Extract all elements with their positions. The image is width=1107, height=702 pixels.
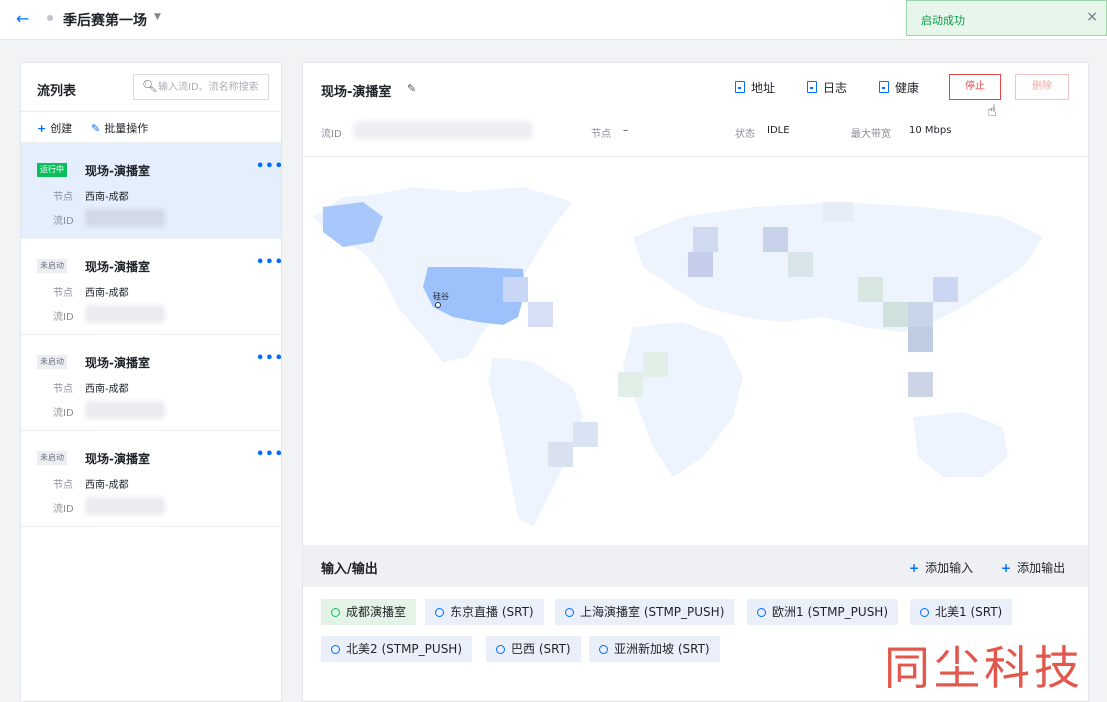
pencil-icon[interactable]: ✎ (407, 82, 416, 95)
watermark: 同尘科技 (884, 641, 1084, 695)
chevron-down-icon[interactable]: ▼ (154, 12, 161, 22)
status-badge: 未启动 (37, 259, 67, 273)
stream-name: 现场-演播室 (85, 164, 150, 178)
io-chip[interactable]: 北美1 (SRT) (910, 599, 1013, 625)
toast-message: 启动成功 (921, 14, 965, 27)
stream-list-panel: 流列表 🔍︎ +创建 ✎批量操作 运行中 现场-演播室 ••• 节点 西南-成都… (20, 62, 284, 702)
success-toast: 启动成功 × (906, 0, 1107, 36)
circle-icon (435, 608, 444, 617)
health-button[interactable]: 健康 (879, 79, 919, 96)
world-map: 硅谷 (303, 156, 1088, 545)
delete-button[interactable]: 删除 (1015, 74, 1069, 100)
circle-icon (565, 608, 574, 617)
search-icon: 🔍︎ (142, 79, 158, 93)
more-icon[interactable]: ••• (256, 351, 284, 366)
stream-id-blurred (353, 121, 533, 139)
search-box[interactable]: 🔍︎ (133, 74, 269, 100)
io-header: 输入/输出 + 添加输入 + 添加输出 (303, 545, 1088, 587)
id-label: 流ID (53, 312, 74, 323)
stream-name: 现场-演播室 (85, 356, 150, 370)
pencil-icon: ✎ (91, 122, 101, 135)
io-chip[interactable]: 欧洲1 (STMP_PUSH) (747, 599, 899, 625)
list-item[interactable]: 未启动 现场-演播室 ••• 节点 西南-成都 流ID (21, 335, 284, 431)
more-icon[interactable]: ••• (256, 255, 284, 270)
document-icon (735, 81, 745, 93)
world-map-graphic (313, 187, 1043, 527)
id-value-blurred (85, 305, 165, 323)
io-chip[interactable]: 亚洲新加坡 (SRT) (589, 636, 720, 662)
io-chip[interactable]: 上海演播室 (STMP_PUSH) (555, 599, 735, 625)
hand-cursor-icon: ☝ (987, 101, 997, 120)
list-item[interactable]: 运行中 现场-演播室 ••• 节点 西南-成都 流ID (21, 143, 284, 239)
io-chip[interactable]: 成都演播室 (321, 599, 417, 625)
status-badge: 未启动 (37, 355, 67, 369)
id-label: 流ID (53, 216, 74, 227)
more-icon[interactable]: ••• (256, 447, 284, 462)
document-icon (807, 81, 817, 93)
batch-operation-button[interactable]: ✎ 批量操作 (91, 120, 148, 136)
io-chip[interactable]: 东京直播 (SRT) (425, 599, 544, 625)
circle-icon (920, 608, 929, 617)
bandwidth-value: 10 Mbps (909, 125, 952, 136)
io-chip[interactable]: 巴西 (SRT) (486, 636, 581, 662)
more-icon[interactable]: ••• (256, 159, 284, 174)
city-marker-icon[interactable] (435, 302, 441, 308)
circle-icon (599, 645, 608, 654)
node-label: 节点 (53, 384, 73, 395)
io-title: 输入/输出 (321, 562, 378, 577)
stream-id-label: 流ID (321, 129, 342, 140)
state-label: 状态 (735, 129, 755, 140)
stream-detail-panel: 现场-演播室 ✎ 地址 日志 健康 停止 删除 ☝ 流ID 节点 – 状态 ID… (302, 62, 1089, 702)
add-input-button[interactable]: + 添加输入 (909, 559, 973, 576)
close-icon[interactable]: × (1086, 9, 1098, 25)
circle-icon (496, 645, 505, 654)
id-label: 流ID (53, 408, 74, 419)
back-arrow-icon[interactable]: ← (16, 9, 29, 28)
node-value: 西南-成都 (85, 192, 129, 203)
status-badge: 运行中 (37, 163, 67, 177)
stream-name: 现场-演播室 (85, 260, 150, 274)
id-value-blurred (85, 497, 165, 515)
state-value: IDLE (767, 125, 790, 136)
id-label: 流ID (53, 504, 74, 515)
node-label: 节点 (53, 480, 73, 491)
stream-name: 现场-演播室 (85, 452, 150, 466)
list-item[interactable]: 未启动 现场-演播室 ••• 节点 西南-成都 流ID (21, 431, 284, 527)
address-button[interactable]: 地址 (735, 79, 775, 96)
log-button[interactable]: 日志 (807, 79, 847, 96)
stream-title: 现场-演播室 (321, 85, 392, 100)
page-title[interactable]: 季后赛第一场 (63, 10, 147, 30)
circle-icon (757, 608, 766, 617)
node-value: 西南-成都 (85, 384, 129, 395)
stop-button[interactable]: 停止 (949, 74, 1001, 100)
node-label: 节点 (53, 192, 73, 203)
node-label: 节点 (53, 288, 73, 299)
node-value: 西南-成都 (85, 288, 129, 299)
stream-list-title: 流列表 (37, 84, 77, 99)
city-label: 硅谷 (433, 292, 449, 301)
id-value-blurred (85, 401, 165, 419)
document-icon (879, 81, 889, 93)
list-item[interactable]: 未启动 现场-演播室 ••• 节点 西南-成都 流ID (21, 239, 284, 335)
list-actions: + 创建 ✎ 批量操作 (21, 111, 281, 143)
plus-icon: + (909, 561, 920, 575)
status-badge: 未启动 (37, 451, 67, 465)
top-bar: ← 季后赛第一场 ▼ 启动成功 × (0, 0, 1107, 40)
search-input[interactable] (158, 79, 266, 95)
add-output-button[interactable]: + 添加输出 (1001, 559, 1065, 576)
circle-icon (331, 645, 340, 654)
create-button[interactable]: + 创建 (37, 120, 72, 136)
status-dot-icon (47, 15, 53, 21)
plus-icon: + (1001, 561, 1012, 575)
id-value-blurred (85, 209, 165, 227)
node-value: – (623, 125, 628, 136)
node-label: 节点 (591, 129, 611, 140)
io-chip[interactable]: 北美2 (STMP_PUSH) (321, 636, 473, 662)
plus-icon: + (37, 122, 47, 135)
node-value: 西南-成都 (85, 480, 129, 491)
circle-icon (331, 608, 340, 617)
bandwidth-label: 最大带宽 (851, 129, 891, 140)
